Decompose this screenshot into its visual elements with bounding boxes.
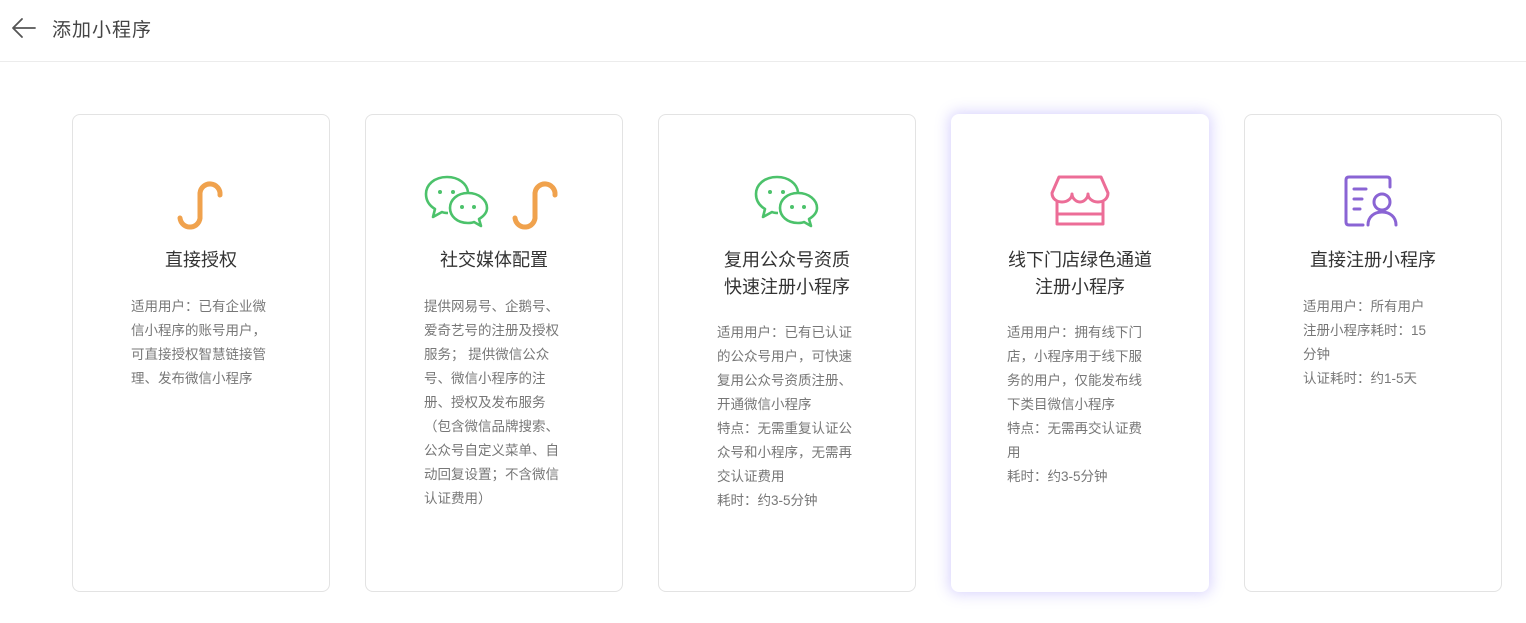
card-title: 直接授权 [165, 250, 237, 270]
wechat-icon [754, 175, 819, 228]
option-card-offline-store[interactable]: 线下门店绿色通道 注册小程序 适用用户：拥有线下门 店，小程序用于线下服 务的用… [951, 114, 1209, 592]
option-card-direct-register[interactable]: 直接注册小程序 适用用户：所有用户 注册小程序耗时：15 分钟 认证耗时：约1-… [1244, 114, 1502, 592]
card-description: 适用用户：已有企业微 信小程序的账号用户， 可直接授权智慧链接管 理、发布微信小… [131, 299, 266, 386]
card-title: 直接注册小程序 [1310, 250, 1436, 270]
mini-program-icon [177, 181, 223, 230]
option-card-direct-authorize[interactable]: 直接授权 适用用户：已有企业微 信小程序的账号用户， 可直接授权智慧链接管 理、… [72, 114, 330, 592]
page-header: 添加小程序 [0, 0, 1526, 62]
registration-form-icon [1344, 175, 1398, 227]
card-description: 适用用户：已有已认证 的公众号用户，可快速 复用公众号资质注册、 开通微信小程序… [717, 325, 852, 508]
page-title: 添加小程序 [52, 20, 153, 41]
option-card-social-media[interactable]: 社交媒体配置 提供网易号、企鹅号、 爱奇艺号的注册及授权 服务； 提供微信公众 … [365, 114, 623, 592]
card-description: 适用用户：拥有线下门 店，小程序用于线下服 务的用户，仅能发布线 下类目微信小程… [1007, 325, 1142, 484]
store-icon [1050, 175, 1110, 226]
card-description: 提供网易号、企鹅号、 爱奇艺号的注册及授权 服务； 提供微信公众 号、微信小程序… [424, 299, 559, 506]
card-title: 社交媒体配置 [440, 250, 548, 270]
wechat-icon [424, 175, 489, 228]
option-card-reuse-official-account[interactable]: 复用公众号资质 快速注册小程序 适用用户：已有已认证 的公众号用户，可快速 复用… [658, 114, 916, 592]
back-arrow-icon[interactable] [10, 14, 38, 42]
card-title: 复用公众号资质 快速注册小程序 [724, 250, 850, 297]
card-description: 适用用户：所有用户 注册小程序耗时：15 分钟 认证耗时：约1-5天 [1303, 299, 1427, 386]
mini-program-icon [512, 181, 558, 230]
card-title: 线下门店绿色通道 注册小程序 [1008, 250, 1152, 297]
